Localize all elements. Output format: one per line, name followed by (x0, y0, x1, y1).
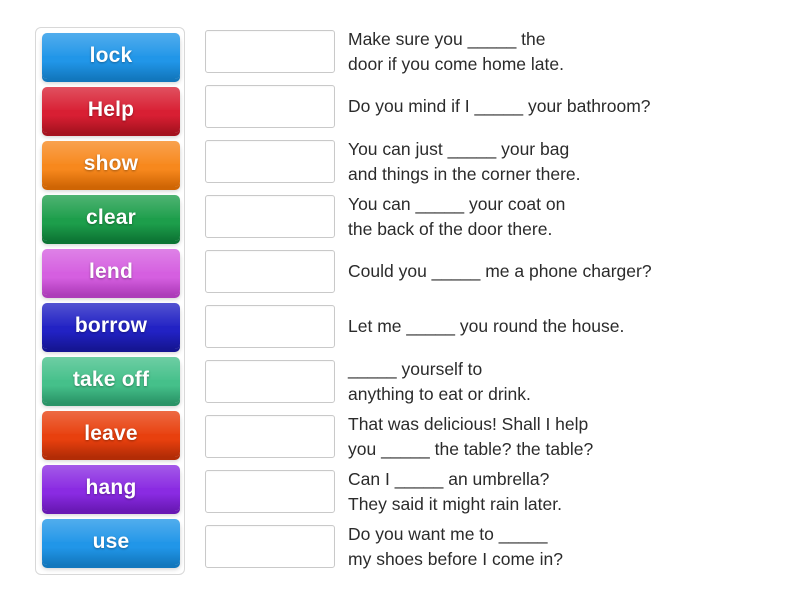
answer-drop-box[interactable] (205, 250, 335, 293)
sentence-text: You can _____ your coat on the back of t… (348, 194, 566, 239)
word-tile-label: lend (89, 260, 133, 283)
answer-drop-box[interactable] (205, 85, 335, 128)
word-tile-label: borrow (74, 314, 148, 337)
word-tile-label: leave (84, 422, 138, 445)
word-tile-label: clear (85, 206, 137, 229)
sentence-text: That was delicious! Shall I help you ___… (348, 414, 594, 459)
sentence-text: _____ yourself to anything to eat or dri… (348, 359, 531, 404)
sentence-text: You can just _____ your bag and things i… (348, 139, 581, 184)
sentence-row: You can _____ your coat on the back of t… (205, 189, 785, 244)
word-tile[interactable]: leave (42, 411, 180, 457)
sentence-text: Make sure you _____ the door if you come… (348, 29, 564, 74)
answer-drop-box[interactable] (205, 470, 335, 513)
sentence-row: That was delicious! Shall I help you ___… (205, 409, 785, 464)
sentence-row: Do you want me to _____ my shoes before … (205, 519, 785, 574)
sentence-text: Do you want me to _____ my shoes before … (348, 524, 563, 569)
answer-drop-box[interactable] (205, 140, 335, 183)
word-tile[interactable]: lend (42, 249, 180, 295)
answer-drop-box[interactable] (205, 525, 335, 568)
word-tiles-panel: lock Help show clear lend borrow take of… (35, 27, 185, 575)
answer-drop-box[interactable] (205, 305, 335, 348)
answer-drop-box[interactable] (205, 195, 335, 238)
word-tile[interactable]: borrow (42, 303, 180, 349)
word-tile[interactable]: lock (42, 33, 180, 79)
sentence-row: Let me _____ you round the house. (205, 299, 785, 354)
sentence-row: You can just _____ your bag and things i… (205, 134, 785, 189)
word-tile-label: Help (87, 98, 135, 121)
word-tile-label: take off (72, 368, 150, 391)
sentence-row: Make sure you _____ the door if you come… (205, 24, 785, 79)
match-up-activity: lock Help show clear lend borrow take of… (0, 0, 800, 600)
word-tile-label: use (92, 530, 130, 553)
sentence-row: _____ yourself to anything to eat or dri… (205, 354, 785, 409)
sentence-text: Do you mind if I _____ your bathroom? (348, 96, 651, 117)
word-tile[interactable]: show (42, 141, 180, 187)
word-tile-label: lock (89, 44, 133, 67)
answer-drop-box[interactable] (205, 360, 335, 403)
sentence-row: Do you mind if I _____ your bathroom? (205, 79, 785, 134)
sentence-text: Can I _____ an umbrella? They said it mi… (348, 469, 562, 514)
sentence-row: Can I _____ an umbrella? They said it mi… (205, 464, 785, 519)
sentence-row: Could you _____ me a phone charger? (205, 244, 785, 299)
sentence-text: Could you _____ me a phone charger? (348, 261, 652, 282)
word-tile[interactable]: clear (42, 195, 180, 241)
word-tile[interactable]: hang (42, 465, 180, 511)
sentence-rows-panel: Make sure you _____ the door if you come… (205, 24, 785, 574)
word-tile[interactable]: use (42, 519, 180, 565)
word-tile[interactable]: take off (42, 357, 180, 403)
word-tile-label: show (83, 152, 139, 175)
answer-drop-box[interactable] (205, 30, 335, 73)
sentence-text: Let me _____ you round the house. (348, 316, 625, 337)
word-tile[interactable]: Help (42, 87, 180, 133)
word-tile-label: hang (85, 476, 137, 499)
answer-drop-box[interactable] (205, 415, 335, 458)
